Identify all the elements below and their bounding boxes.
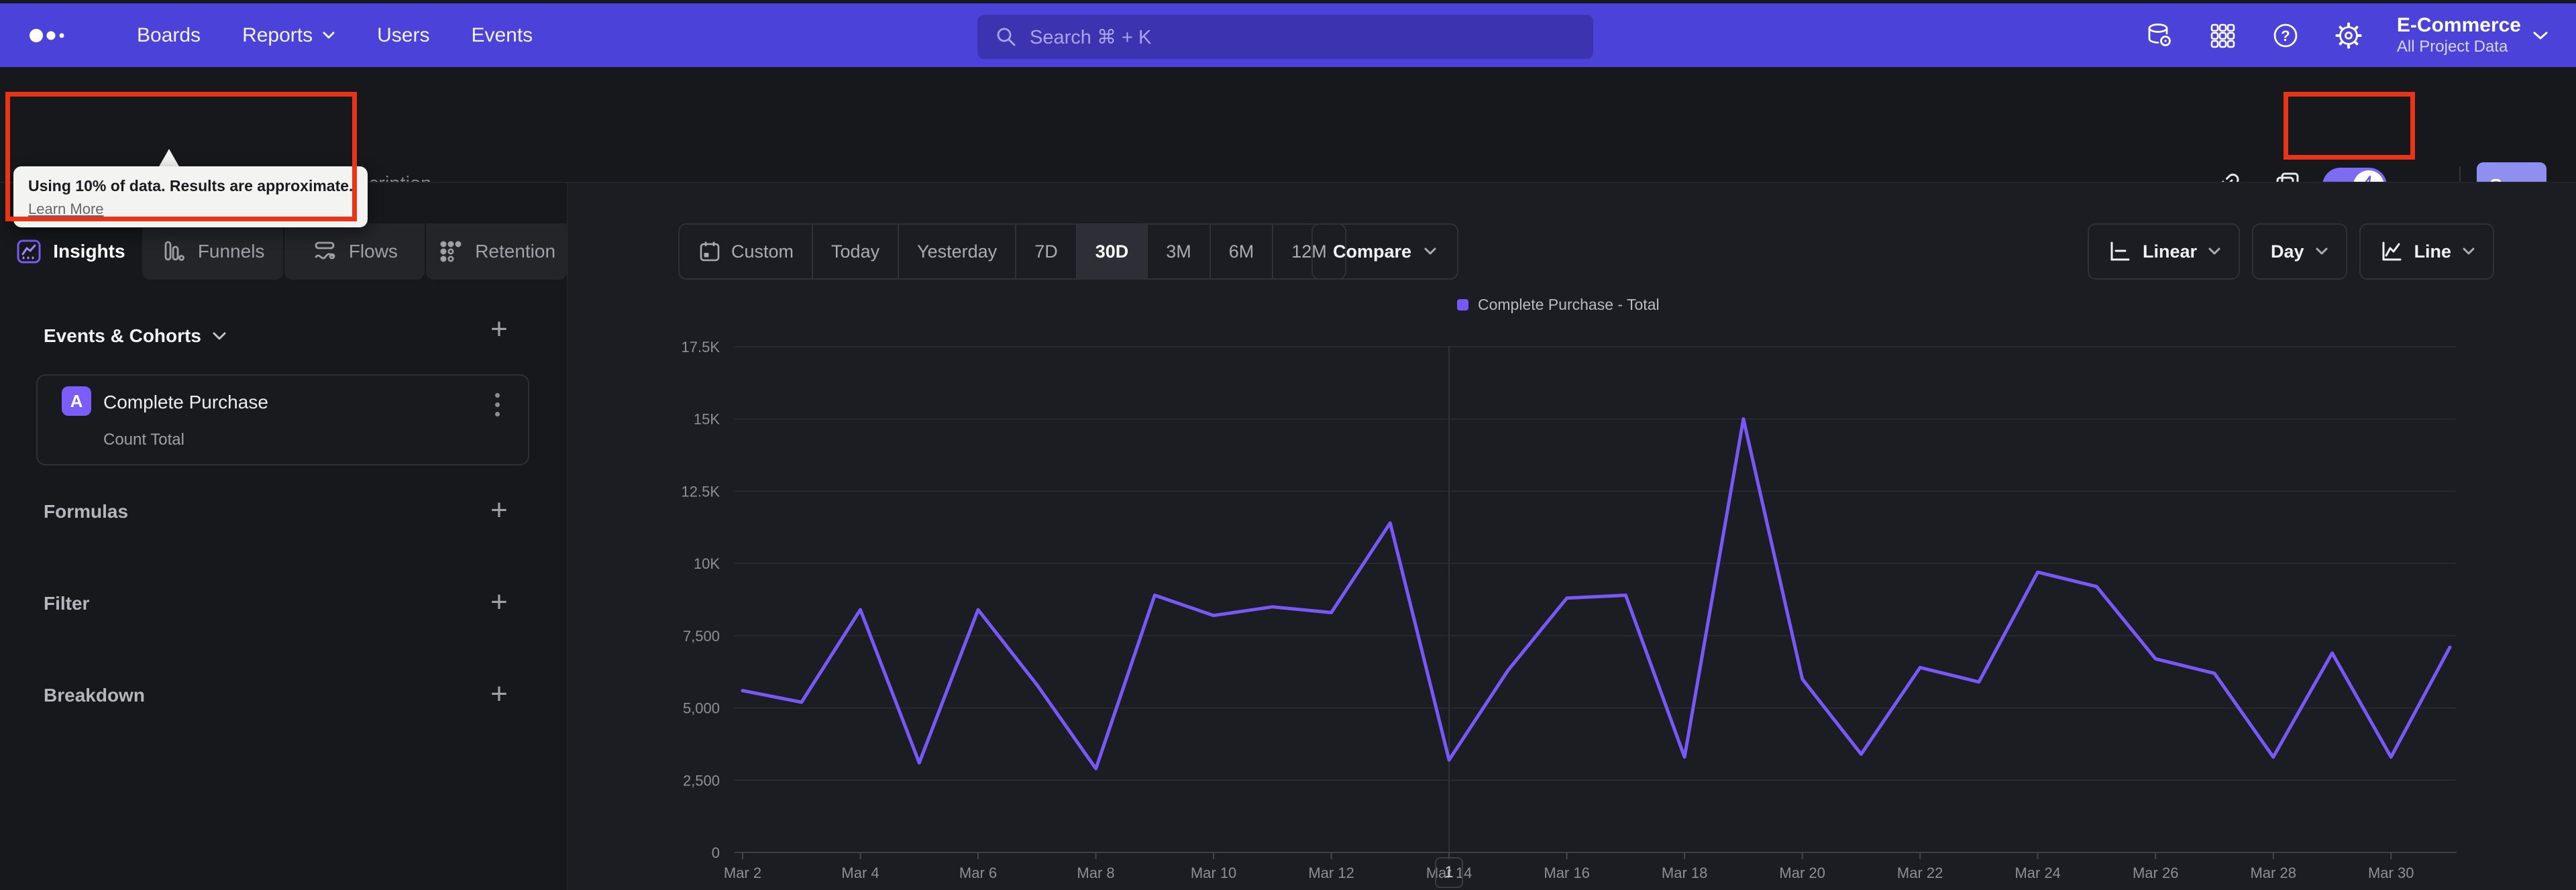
chevron-down-icon <box>2533 32 2548 39</box>
pagination-page-1[interactable]: 1 <box>1435 857 1463 888</box>
search-icon <box>997 27 1016 46</box>
chart-panel: Custom Today Yesterday 7D 30D 3M 6M 12M Compare… <box>568 183 2576 890</box>
tooltip-text: Using 10% of data. Results are approxima… <box>28 177 354 194</box>
svg-text:?: ? <box>2281 27 2290 44</box>
x-tick-label: Mar 16 <box>1544 865 1589 881</box>
add-filter-button[interactable]: + <box>486 588 513 617</box>
event-name[interactable]: Complete Purchase <box>103 392 268 413</box>
workspace-name: E-Commerce <box>2396 14 2521 37</box>
events-cohorts-header: Events & Cohorts <box>44 325 227 347</box>
x-tick-label: Mar 18 <box>1662 865 1707 881</box>
nav-reports[interactable]: Reports <box>242 24 335 47</box>
section-label: Filter <box>44 593 90 614</box>
section-label: Formulas <box>44 501 129 522</box>
chevron-down-icon[interactable] <box>212 331 227 341</box>
sidebar-section-filter: Filter + <box>0 586 567 626</box>
section-label: Breakdown <box>44 685 145 706</box>
x-tick-label: Mar 30 <box>2368 865 2414 881</box>
x-tick-label: Mar 22 <box>1897 865 1943 881</box>
events-cohorts-title: Events & Cohorts <box>44 325 201 346</box>
sidebar-section-breakdown: Breakdown + <box>0 678 567 718</box>
event-metric[interactable]: Count Total <box>103 431 184 449</box>
top-nav-right: ? E-Commerce All Project Data <box>2145 3 2576 67</box>
tab-insights[interactable]: Insights <box>0 223 141 280</box>
nav-label: Boards <box>137 23 201 46</box>
data-management-icon[interactable] <box>2145 21 2174 50</box>
nav-boards[interactable]: Boards <box>137 24 201 47</box>
x-tick-label: Mar 24 <box>2015 865 2060 881</box>
help-icon[interactable]: ? <box>2271 21 2300 50</box>
tab-label: Insights <box>53 241 125 262</box>
x-tick-label: Mar 10 <box>1191 865 1236 881</box>
search-placeholder: Search ⌘ + K <box>1030 26 1152 48</box>
funnels-icon <box>164 241 184 261</box>
learn-more-link[interactable]: Learn More <box>28 201 104 218</box>
workspace-scope: All Project Data <box>2396 37 2508 56</box>
mixpanel-insights-app: Boards Reports Users Events Search ⌘ + K <box>0 0 2576 890</box>
y-tick-label: 0 <box>712 844 720 861</box>
x-tick-label: Mar 20 <box>1779 865 1825 881</box>
report-type-tabs: Insights Funnels Flows Retention <box>0 223 567 280</box>
nav-label: Events <box>471 23 533 46</box>
x-tick-label: Mar 4 <box>841 865 879 881</box>
sampling-tooltip: Using 10% of data. Results are approxima… <box>13 166 368 227</box>
tab-label: Funnels <box>197 241 265 262</box>
report-header: Untitled Sampled + Add description... <box>0 67 2576 209</box>
tab-flows[interactable]: Flows <box>284 223 425 280</box>
line-chart[interactable]: 0 2,500 5,000 7,500 10K 12.5K 15K 17.5K Mar 2 Mar… <box>568 183 2576 890</box>
x-tick-label: Mar 6 <box>959 865 997 881</box>
x-tick-label: Mar 12 <box>1308 865 1354 881</box>
tab-retention[interactable]: Retention <box>426 223 567 280</box>
sidebar-section-formulas: Formulas + <box>0 494 567 535</box>
insights-icon <box>17 239 41 264</box>
y-tick-label: 2,500 <box>683 772 720 789</box>
top-nav-menu: Boards Reports Users Events <box>137 24 533 47</box>
tab-funnels[interactable]: Funnels <box>142 223 283 280</box>
mixpanel-logo[interactable] <box>28 22 89 49</box>
chevron-down-icon <box>323 32 335 38</box>
tab-label: Retention <box>475 241 556 262</box>
event-card[interactable]: A Complete Purchase Count Total <box>36 374 529 465</box>
y-tick-label: 5,000 <box>683 700 720 717</box>
add-event-button[interactable]: + <box>486 315 513 344</box>
flows-icon <box>315 241 335 260</box>
add-formulas-button[interactable]: + <box>486 496 513 525</box>
tab-label: Flows <box>348 241 398 262</box>
search-input[interactable]: Search ⌘ + K <box>977 15 1593 59</box>
x-tick-label: Mar 8 <box>1077 865 1114 881</box>
apps-grid-icon[interactable] <box>2208 21 2237 50</box>
workspace-switcher[interactable]: E-Commerce All Project Data <box>2397 14 2521 56</box>
y-tick-label: 10K <box>694 555 720 572</box>
nav-label: Users <box>377 23 430 46</box>
y-tick-label: 17.5K <box>682 339 720 355</box>
event-letter-badge: A <box>62 386 91 416</box>
x-tick-label: Mar 26 <box>2133 865 2178 881</box>
tooltip-arrow <box>158 149 180 168</box>
x-tick-label: Mar 28 <box>2250 865 2296 881</box>
x-tick-label: Mar 2 <box>724 865 761 881</box>
nav-events[interactable]: Events <box>471 24 533 47</box>
retention-icon <box>440 241 462 262</box>
nav-label: Reports <box>242 23 313 46</box>
y-tick-label: 12.5K <box>682 483 720 500</box>
series-line[interactable] <box>741 417 2452 771</box>
top-nav: Boards Reports Users Events Search ⌘ + K <box>0 3 2576 67</box>
settings-gear-icon[interactable] <box>2334 21 2363 50</box>
y-tick-label: 7,500 <box>683 628 720 645</box>
y-tick-label: 15K <box>694 411 720 428</box>
add-breakdown-button[interactable]: + <box>486 679 513 709</box>
query-builder-sidebar: Insights Funnels Flows Retention Events & C… <box>0 183 567 890</box>
nav-users[interactable]: Users <box>377 24 429 47</box>
event-options-icon[interactable] <box>491 389 504 421</box>
